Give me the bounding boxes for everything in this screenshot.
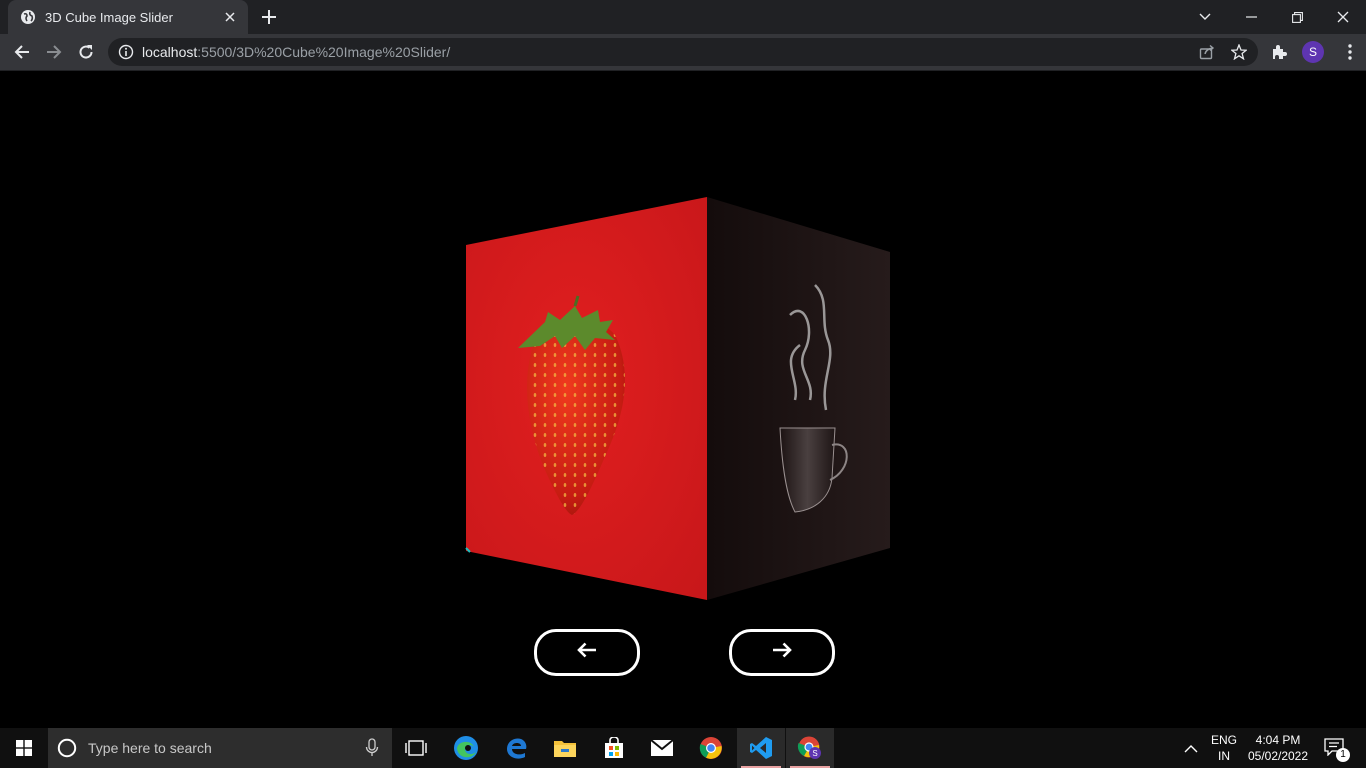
minimize-icon[interactable]: [1228, 0, 1274, 34]
input-language-indicator[interactable]: ENG IN: [1208, 732, 1240, 764]
chrome-profile-icon[interactable]: S: [786, 728, 834, 768]
close-tab-icon[interactable]: [220, 7, 240, 27]
language-region: IN: [1218, 749, 1230, 763]
cube-front-face: [466, 197, 707, 600]
taskbar-search-box[interactable]: Type here to search: [48, 728, 392, 768]
show-hidden-icons-chevron-icon[interactable]: [1184, 740, 1204, 756]
extensions-icon[interactable]: [1267, 40, 1291, 64]
cortana-circle-icon: [57, 738, 77, 758]
tab-search-icon[interactable]: [1182, 0, 1228, 34]
globe-icon: [20, 9, 36, 25]
next-slide-button[interactable]: [729, 629, 835, 676]
notification-center-icon[interactable]: 1: [1320, 738, 1354, 764]
browser-tab-strip: 3D Cube Image Slider: [0, 0, 1366, 34]
new-tab-icon[interactable]: [259, 7, 279, 27]
back-arrow-icon[interactable]: [10, 40, 34, 64]
profile-avatar[interactable]: S: [1302, 41, 1324, 63]
search-placeholder: Type here to search: [88, 740, 212, 756]
bookmark-star-icon[interactable]: [1230, 43, 1248, 61]
close-window-icon[interactable]: [1320, 0, 1366, 34]
clock-time: 4:04 PM: [1255, 733, 1301, 747]
windows-taskbar: Type here to search S ENG IN 4:04 PM 05/…: [0, 728, 1366, 768]
cube-right-face: [707, 197, 890, 600]
file-explorer-icon[interactable]: [541, 728, 589, 768]
browser-toolbar: localhost:5500/3D%20Cube%20Image%20Slide…: [0, 34, 1366, 71]
chrome-icon[interactable]: [687, 728, 735, 768]
vscode-icon[interactable]: [737, 728, 785, 768]
restore-icon[interactable]: [1274, 0, 1320, 34]
reload-icon[interactable]: [74, 40, 98, 64]
url-text: localhost:5500/3D%20Cube%20Image%20Slide…: [142, 44, 450, 60]
tab-title: 3D Cube Image Slider: [45, 9, 173, 25]
notification-count-badge: 1: [1336, 748, 1350, 762]
page-viewport: [0, 71, 1366, 728]
windows-start-icon[interactable]: [0, 728, 48, 768]
image-cube: [465, 197, 890, 600]
task-view-icon[interactable]: [392, 728, 440, 768]
address-bar[interactable]: localhost:5500/3D%20Cube%20Image%20Slide…: [108, 38, 1258, 66]
clock[interactable]: 4:04 PM 05/02/2022: [1244, 732, 1312, 764]
forward-arrow-icon[interactable]: [42, 40, 66, 64]
edge-legacy-icon[interactable]: [492, 728, 540, 768]
microsoft-store-icon[interactable]: [590, 728, 638, 768]
edge-chromium-icon[interactable]: [442, 728, 490, 768]
microphone-icon[interactable]: [364, 738, 380, 758]
browser-tab[interactable]: 3D Cube Image Slider: [8, 0, 248, 34]
svg-text:S: S: [812, 749, 817, 758]
arrow-left-icon: [577, 642, 597, 663]
arrow-right-icon: [772, 642, 792, 663]
url-path: :5500/3D%20Cube%20Image%20Slider/: [197, 44, 451, 60]
prev-slide-button[interactable]: [534, 629, 640, 676]
info-icon[interactable]: [118, 44, 134, 60]
share-icon[interactable]: [1198, 43, 1216, 61]
more-menu-icon[interactable]: [1338, 40, 1362, 64]
clock-date: 05/02/2022: [1247, 749, 1309, 763]
mail-icon[interactable]: [638, 728, 686, 768]
language-code: ENG: [1210, 733, 1237, 747]
url-host: localhost: [142, 44, 198, 60]
